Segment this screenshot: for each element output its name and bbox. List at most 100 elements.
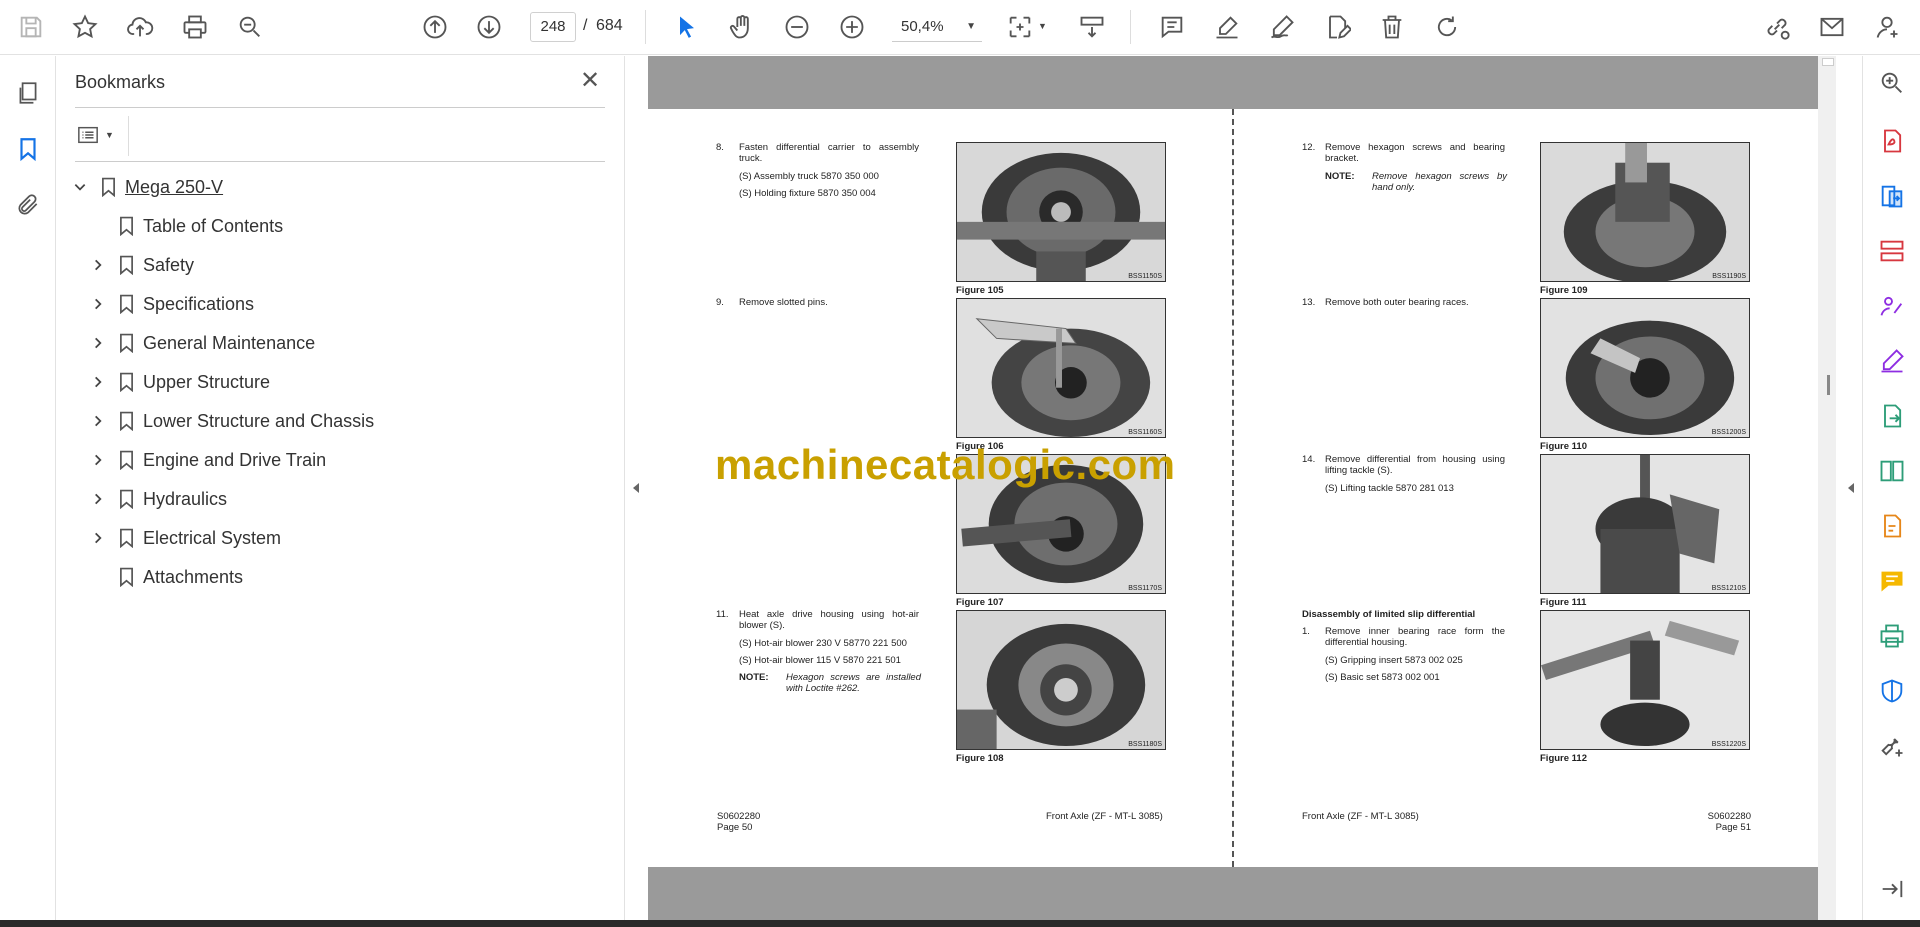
mail-icon[interactable] (1815, 10, 1849, 44)
print-production-icon[interactable] (1877, 621, 1907, 651)
chevron-right-icon[interactable] (87, 453, 109, 467)
bookmark-label: Upper Structure (143, 371, 271, 392)
chevron-right-icon[interactable] (87, 375, 109, 389)
chevron-right-icon[interactable] (87, 531, 109, 545)
page-separator: / (583, 17, 588, 34)
bookmark-label: General Maintenance (143, 332, 316, 353)
fill-sign-icon[interactable] (1877, 346, 1907, 376)
divider (75, 107, 605, 108)
draw-icon[interactable] (1265, 10, 1299, 44)
bookmark-item[interactable]: Safety (87, 252, 194, 278)
zoom-select[interactable]: 50,4% ▼ (892, 12, 982, 42)
bookmark-flag-icon (109, 333, 143, 353)
divider (75, 161, 605, 162)
bookmark-item[interactable]: Lower Structure and Chassis (87, 408, 374, 434)
figure-photo: BSS1150S (956, 142, 1166, 282)
rotate-icon[interactable] (1430, 10, 1464, 44)
bookmark-item[interactable]: Specifications (87, 291, 254, 317)
close-icon[interactable]: ✕ (577, 68, 603, 94)
section-heading: Disassembly of limited slip differential (1302, 609, 1476, 620)
bookmark-item[interactable]: Engine and Drive Train (87, 447, 326, 473)
pages-icon[interactable] (11, 76, 45, 110)
upload-icon[interactable] (123, 10, 157, 44)
chevron-right-icon[interactable] (87, 492, 109, 506)
fit-page-icon[interactable] (1003, 10, 1037, 44)
comment-icon[interactable] (1877, 566, 1907, 596)
left-navigation-rail (0, 56, 56, 920)
print-icon[interactable] (178, 10, 212, 44)
edit-pdf-icon[interactable] (1877, 511, 1907, 541)
figure-caption: Figure 111 (1540, 597, 1587, 608)
figure-photo: BSS1200S (1540, 298, 1750, 438)
chevron-right-icon[interactable] (87, 336, 109, 350)
create-pdf-icon[interactable] (1877, 181, 1907, 211)
compare-icon[interactable] (1877, 456, 1907, 486)
tool-line: (S) Gripping insert 5873 002 025 (1325, 655, 1463, 666)
chevron-right-icon[interactable] (87, 414, 109, 428)
chevron-right-icon[interactable] (87, 297, 109, 311)
scrollbar-thumb[interactable] (1822, 58, 1834, 66)
figure-code: BSS1220S (1711, 741, 1746, 748)
request-signature-icon[interactable] (1877, 291, 1907, 321)
zoom-search-icon[interactable] (233, 10, 267, 44)
highlight-icon[interactable] (1210, 10, 1244, 44)
zoom-out-icon[interactable] (780, 10, 814, 44)
figure-photo: BSS1190S (1540, 142, 1750, 282)
collapse-right-panel-icon[interactable] (1845, 478, 1857, 498)
share-link-icon[interactable] (1760, 10, 1794, 44)
footer-code: S0602280 (1707, 811, 1751, 822)
account-icon[interactable] (1870, 10, 1904, 44)
bookmark-flag-icon (91, 177, 125, 197)
bookmark-item[interactable]: Attachments (87, 564, 243, 590)
collapse-left-panel-icon[interactable] (630, 478, 642, 498)
page-number-input[interactable]: 248 (530, 12, 576, 42)
attachment-icon[interactable] (11, 188, 45, 222)
hand-icon[interactable] (725, 10, 759, 44)
tool-line: (S) Lifting tackle 5870 281 013 (1325, 483, 1454, 494)
bookmark-item[interactable]: General Maintenance (87, 330, 315, 356)
chevron-down-icon: ▼ (966, 21, 976, 32)
figure-code: BSS1150S (1128, 273, 1162, 280)
vertical-scrollbar[interactable] (1818, 56, 1836, 920)
star-icon[interactable] (68, 10, 102, 44)
export-icon[interactable] (1877, 401, 1907, 431)
edit-icon[interactable] (1320, 10, 1354, 44)
bookmark-item[interactable]: Hydraulics (87, 486, 227, 512)
save-icon[interactable] (14, 10, 48, 44)
bookmark-flag-icon (109, 294, 143, 314)
figure-caption: Figure 109 (1540, 285, 1588, 296)
bookmark-item[interactable]: Electrical System (87, 525, 281, 551)
chevron-right-icon[interactable] (87, 258, 109, 272)
chevron-down-icon[interactable] (69, 180, 91, 194)
footer-title: Front Axle (ZF - MT-L 3085) (1046, 811, 1163, 822)
bookmark-icon[interactable] (11, 132, 45, 166)
footer-title: Front Axle (ZF - MT-L 3085) (1302, 811, 1419, 822)
tool-line: (S) Hot-air blower 230 V 58770 221 500 (739, 638, 907, 649)
zoom-search-icon[interactable] (1877, 68, 1907, 98)
split-handle[interactable] (1827, 375, 1830, 395)
bookmark-label: Engine and Drive Train (143, 449, 327, 470)
figure-photo: BSS1160S (956, 298, 1166, 438)
export-pdf-icon[interactable] (1877, 126, 1907, 156)
bookmark-item[interactable]: Upper Structure (87, 369, 270, 395)
protect-icon[interactable] (1877, 676, 1907, 706)
select-cursor-icon[interactable] (670, 10, 704, 44)
organize-pages-icon[interactable] (1877, 236, 1907, 266)
collapse-panel-icon[interactable] (1877, 874, 1907, 904)
comment-icon[interactable] (1155, 10, 1189, 44)
figure-code: BSS1200S (1711, 429, 1746, 436)
bookmark-item-root[interactable]: Mega 250-V (69, 174, 223, 200)
page-up-icon[interactable] (418, 10, 452, 44)
divider (128, 116, 129, 156)
bookmarks-title: Bookmarks (75, 72, 166, 92)
chevron-down-icon[interactable]: ▼ (1038, 21, 1047, 31)
zoom-in-icon[interactable] (835, 10, 869, 44)
tool-line: (S) Holding fixture 5870 350 004 (739, 188, 876, 199)
delete-icon[interactable] (1375, 10, 1409, 44)
more-tools-icon[interactable] (1877, 731, 1907, 761)
page-down-icon[interactable] (472, 10, 506, 44)
scroll-mode-icon[interactable] (1075, 10, 1109, 44)
bookmark-options-button[interactable]: ▼ (75, 122, 119, 148)
bookmark-item[interactable]: Table of Contents (87, 213, 283, 239)
chevron-down-icon: ▼ (105, 130, 114, 140)
